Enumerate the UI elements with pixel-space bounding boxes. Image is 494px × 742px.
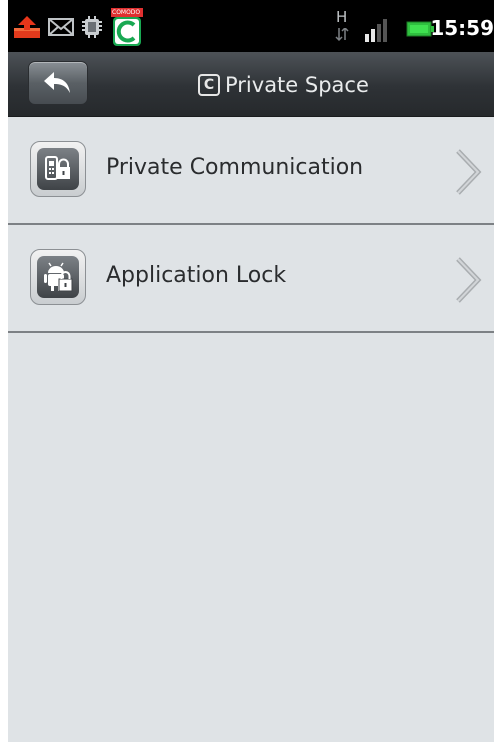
list-item-private-communication[interactable]: Private Communication <box>8 117 494 225</box>
page-title: Private Space <box>225 73 369 97</box>
network-h-icon: H <box>335 8 349 44</box>
status-bar: COMODO H 15:59 <box>8 0 494 52</box>
list-item-application-lock[interactable]: Application Lock <box>8 225 494 333</box>
back-arrow-icon <box>44 72 70 93</box>
item-label: Application Lock <box>106 263 287 288</box>
item-label: Private Communication <box>106 155 364 180</box>
app-badge-text: COMODO <box>112 9 141 16</box>
title-bar: C Private Space <box>8 52 494 117</box>
title-group: C Private Space <box>198 70 369 100</box>
phone-lock-icon <box>30 141 86 197</box>
network-label: H <box>336 8 348 26</box>
usb-icon[interactable] <box>80 14 104 40</box>
signal-icon <box>365 19 387 42</box>
chevron-right-icon <box>456 257 482 303</box>
comodo-logo-icon: C <box>198 74 220 96</box>
screen: COMODO H 15:59 C Private Space Private C… <box>8 0 494 742</box>
mail-icon[interactable] <box>48 17 74 37</box>
upload-notification-icon[interactable] <box>12 14 42 40</box>
clock: 15:59 <box>430 16 494 40</box>
android-lock-icon <box>30 249 86 305</box>
logo-letter: C <box>203 77 215 93</box>
chevron-right-icon <box>456 149 482 195</box>
back-button[interactable] <box>28 61 88 105</box>
